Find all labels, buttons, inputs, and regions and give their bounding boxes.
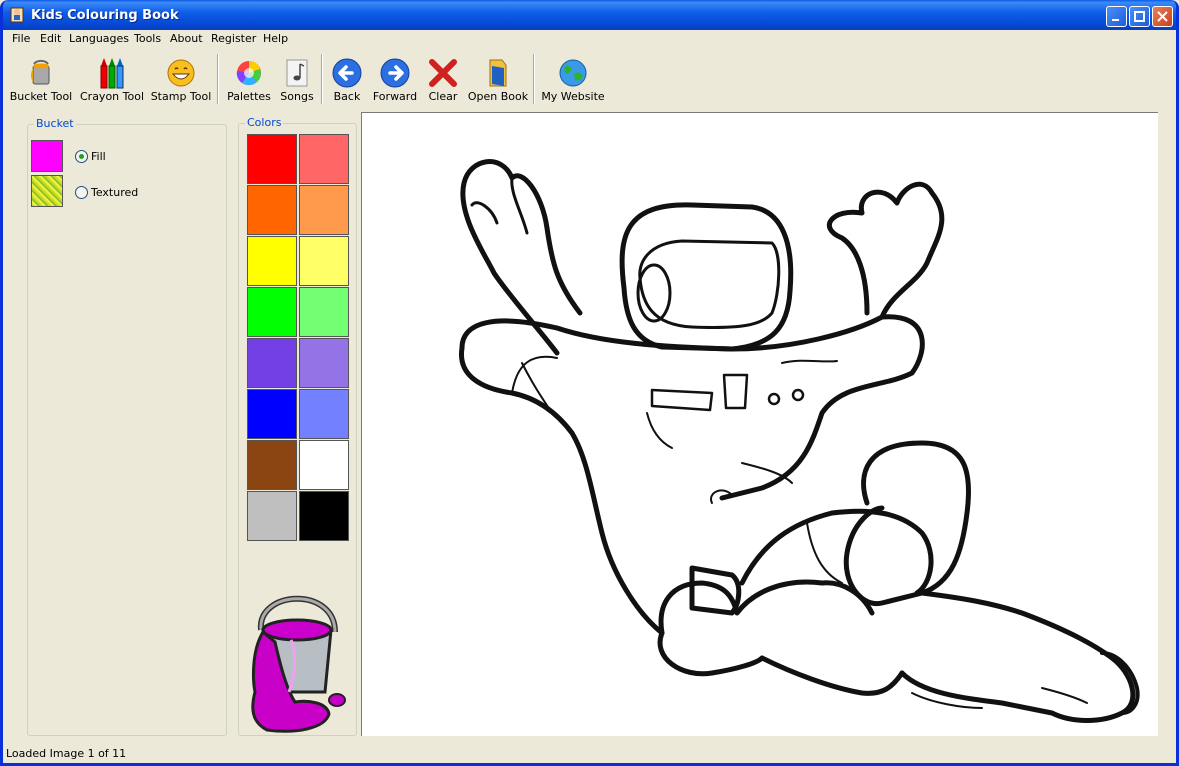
bucket-panel-title: Bucket <box>34 117 76 130</box>
paint-bucket-icon <box>31 59 50 85</box>
stamp-tool-label: Stamp Tool <box>150 90 212 103</box>
bucket-tool-label: Bucket Tool <box>9 90 73 103</box>
palette-color-swatch[interactable] <box>299 287 349 337</box>
smiley-stamp-icon <box>167 59 195 87</box>
palette-color-swatch[interactable] <box>247 134 297 184</box>
my-website-button[interactable]: My Website <box>539 54 607 106</box>
colors-panel-title: Colors <box>245 116 284 129</box>
toolbar-separator <box>533 54 535 104</box>
crayons-icon <box>100 58 124 89</box>
menu-file[interactable]: File <box>12 32 30 45</box>
palette-color-swatch[interactable] <box>299 440 349 490</box>
back-arrow-icon <box>332 58 362 88</box>
crayon-tool-label: Crayon Tool <box>79 90 145 103</box>
fill-radio[interactable] <box>75 150 88 163</box>
radio-selected-dot <box>79 154 84 159</box>
palette-color-swatch[interactable] <box>299 389 349 439</box>
back-button[interactable]: Back <box>329 54 365 106</box>
close-button[interactable] <box>1152 6 1173 27</box>
palette-color-swatch[interactable] <box>247 287 297 337</box>
minimize-icon <box>1112 19 1119 21</box>
status-text: Loaded Image 1 of 11 <box>6 747 127 760</box>
palette-color-swatch[interactable] <box>247 491 297 541</box>
palette-color-swatch[interactable] <box>247 236 297 286</box>
crayon-tool-button[interactable]: Crayon Tool <box>79 54 145 106</box>
title-bar[interactable]: Kids Colouring Book <box>3 0 1176 30</box>
maximize-button[interactable] <box>1129 6 1150 27</box>
forward-button[interactable]: Forward <box>371 54 419 106</box>
palette-color-swatch[interactable] <box>247 185 297 235</box>
back-label: Back <box>333 90 361 103</box>
bucket-panel: Bucket <box>27 117 227 736</box>
astronaut-line-drawing[interactable] <box>362 113 1158 736</box>
open-book-label: Open Book <box>467 90 529 103</box>
palette-color-swatch[interactable] <box>299 236 349 286</box>
status-bar: Loaded Image 1 of 11 <box>3 744 1176 763</box>
toolbar-separator <box>321 54 323 104</box>
menu-languages[interactable]: Languages <box>69 32 129 45</box>
window-title: Kids Colouring Book <box>31 8 179 23</box>
palettes-label: Palettes <box>227 90 271 103</box>
toolbar-separator <box>217 54 219 104</box>
maximize-icon <box>1134 11 1145 22</box>
bucket-tool-button[interactable]: Bucket Tool <box>7 54 75 106</box>
palette-color-swatch[interactable] <box>247 440 297 490</box>
app-window: Kids Colouring Book File Edit Languages … <box>0 0 1179 766</box>
color-wheel-icon <box>236 61 261 86</box>
drawing-canvas[interactable] <box>361 112 1158 736</box>
menu-edit[interactable]: Edit <box>40 32 61 45</box>
menu-tools[interactable]: Tools <box>134 32 161 45</box>
forward-label: Forward <box>372 90 418 103</box>
songs-label: Songs <box>280 90 314 103</box>
menu-help[interactable]: Help <box>263 32 288 45</box>
palette-color-swatch[interactable] <box>299 338 349 388</box>
palettes-button[interactable]: Palettes <box>225 54 273 106</box>
menu-about[interactable]: About <box>170 32 203 45</box>
paint-bucket-illustration <box>251 595 346 733</box>
songs-button[interactable]: Songs <box>277 54 317 106</box>
forward-arrow-icon <box>380 58 410 88</box>
toolbar: Bucket Tool Crayon Tool Stamp Tool Palet… <box>3 50 1176 108</box>
textured-swatch[interactable] <box>31 175 63 207</box>
textured-radio[interactable] <box>75 186 88 199</box>
menu-bar: File Edit Languages Tools About Register… <box>3 30 1176 49</box>
app-icon <box>10 7 24 23</box>
close-icon <box>1157 11 1168 22</box>
palette-color-swatch[interactable] <box>247 389 297 439</box>
clear-button[interactable]: Clear <box>425 54 461 106</box>
fill-color-swatch[interactable] <box>31 140 63 172</box>
palette-color-swatch[interactable] <box>299 491 349 541</box>
palette-color-swatch[interactable] <box>247 338 297 388</box>
globe-icon <box>559 59 587 87</box>
stamp-tool-button[interactable]: Stamp Tool <box>149 54 213 106</box>
menu-register[interactable]: Register <box>211 32 256 45</box>
minimize-button[interactable] <box>1106 6 1127 27</box>
palette-color-swatch[interactable] <box>299 134 349 184</box>
folder-icon <box>489 59 507 87</box>
red-x-icon <box>429 59 457 87</box>
fill-radio-label: Fill <box>91 150 106 163</box>
textured-radio-label: Textured <box>91 186 139 199</box>
music-note-icon <box>286 59 308 87</box>
my-website-label: My Website <box>541 90 605 103</box>
palette-color-swatch[interactable] <box>299 185 349 235</box>
open-book-button[interactable]: Open Book <box>467 54 529 106</box>
clear-label: Clear <box>428 90 458 103</box>
